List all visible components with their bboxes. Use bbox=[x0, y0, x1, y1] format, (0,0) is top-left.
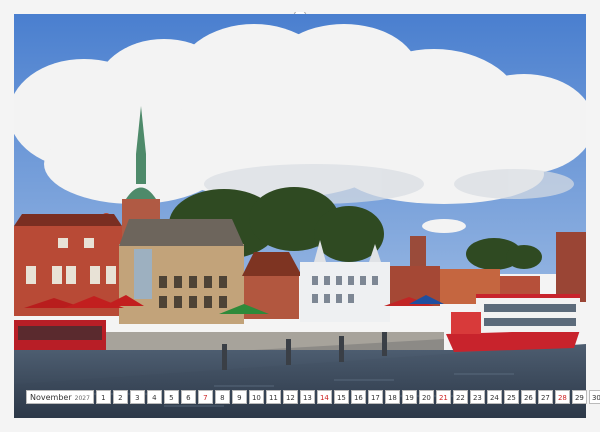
day-cell: 23 bbox=[469, 390, 485, 404]
month-label: November 2027 bbox=[26, 390, 94, 404]
day-cell: 8 bbox=[214, 390, 230, 404]
day-cell: 22 bbox=[452, 390, 468, 404]
day-cell: 18 bbox=[384, 390, 400, 404]
beige-building bbox=[119, 219, 244, 324]
day-cell: 3 bbox=[129, 390, 145, 404]
day-cell: 6 bbox=[180, 390, 196, 404]
day-cell: 30 bbox=[588, 390, 600, 404]
day-cell: 19 bbox=[401, 390, 417, 404]
day-cell: 29 bbox=[571, 390, 587, 404]
day-cell: 14 bbox=[316, 390, 332, 404]
day-cell: 27 bbox=[537, 390, 553, 404]
day-cell: 10 bbox=[248, 390, 264, 404]
day-cell: 5 bbox=[163, 390, 179, 404]
day-cell: 1 bbox=[95, 390, 111, 404]
day-cell: 20 bbox=[418, 390, 434, 404]
harbor-photo bbox=[14, 14, 586, 418]
day-cell: 24 bbox=[486, 390, 502, 404]
day-cell: 16 bbox=[350, 390, 366, 404]
day-cell: 13 bbox=[299, 390, 315, 404]
day-cell: 26 bbox=[520, 390, 536, 404]
day-cell: 17 bbox=[367, 390, 383, 404]
day-cell: 7 bbox=[197, 390, 213, 404]
day-cell: 25 bbox=[503, 390, 519, 404]
day-cell: 15 bbox=[333, 390, 349, 404]
day-cell: 28 bbox=[554, 390, 570, 404]
day-cell: 4 bbox=[146, 390, 162, 404]
day-cell: 12 bbox=[282, 390, 298, 404]
day-cell: 2 bbox=[112, 390, 128, 404]
day-cell: 21 bbox=[435, 390, 451, 404]
day-cell: 9 bbox=[231, 390, 247, 404]
calendar-page: November 2027 1 2 3 4 5 6 7 8 9 10 11 12 13 14 15 16 17 18… bbox=[0, 0, 600, 432]
calendar-strip: November 2027 1 2 3 4 5 6 7 8 9 10 11 12 13 14 15 16 17 18… bbox=[26, 390, 600, 404]
day-cells: 1 2 3 4 5 6 7 8 9 10 11 12 13 14 15 16 17 18 19 20 21 22 23 24 2… bbox=[95, 390, 600, 404]
day-cell: 11 bbox=[265, 390, 281, 404]
red-building bbox=[14, 214, 122, 316]
